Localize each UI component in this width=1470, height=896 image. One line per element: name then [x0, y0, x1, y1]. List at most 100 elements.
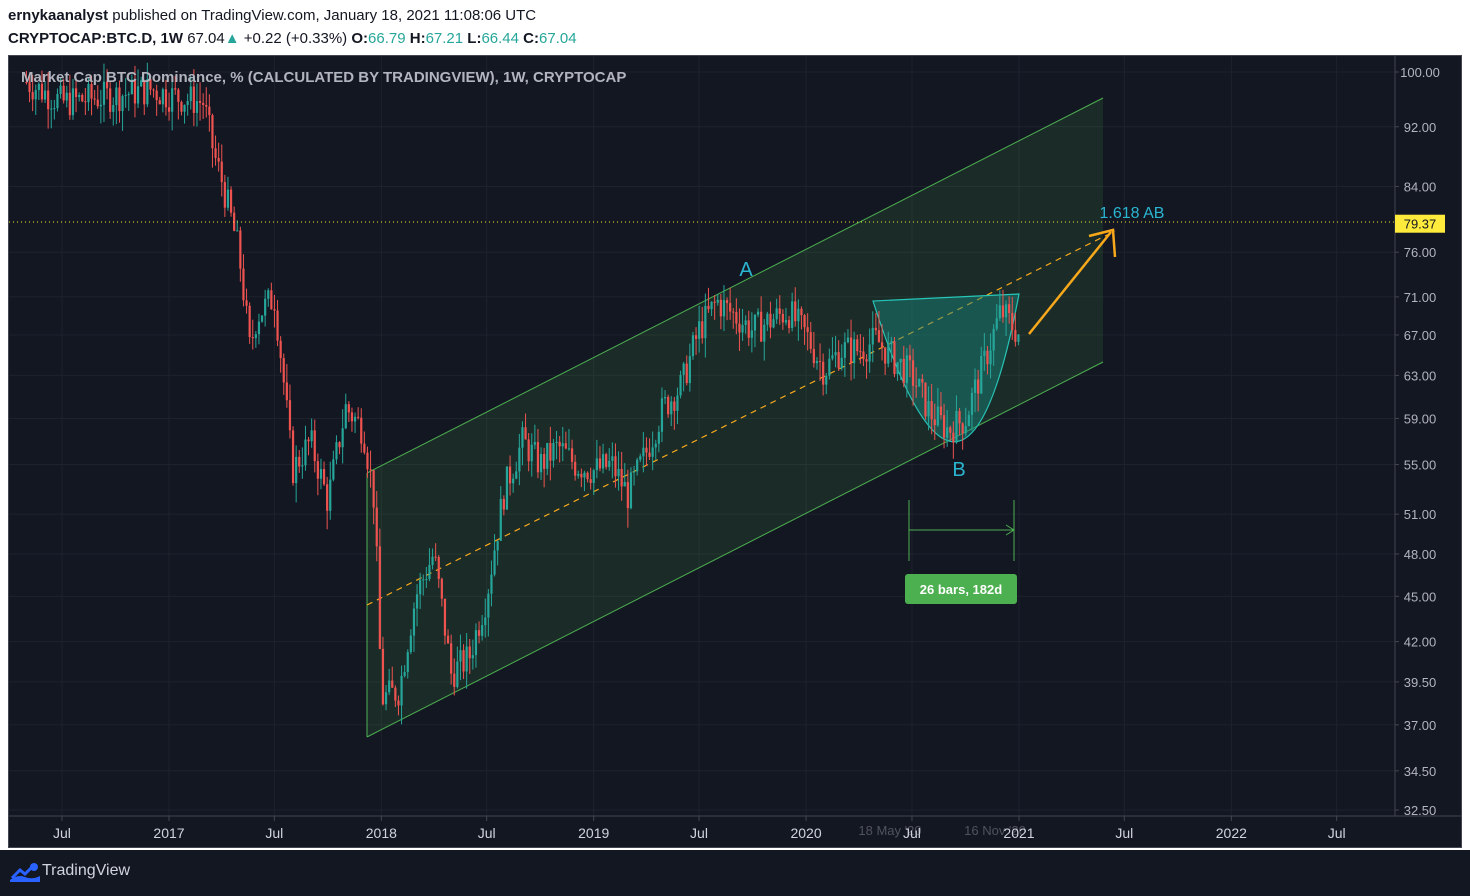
- candle: [121, 94, 124, 131]
- candle: [335, 435, 338, 465]
- candle: [629, 467, 633, 510]
- candle: [360, 408, 363, 453]
- x-tick-label: Jul: [265, 825, 283, 841]
- candle: [205, 87, 208, 118]
- candle: [34, 84, 37, 115]
- y-tick-label: 100.00: [1400, 65, 1440, 80]
- candle: [245, 288, 248, 314]
- candle: [208, 94, 211, 132]
- time-axis[interactable]: 18 May '20 16 Nov '20 Jul 2017 Jul 2018 Jul 2…: [9, 815, 1461, 841]
- candle: [81, 93, 84, 103]
- candle: [267, 288, 270, 307]
- y-tick-label: 63.00: [1404, 368, 1437, 383]
- candle: [329, 461, 332, 520]
- candle: [99, 89, 102, 124]
- y-tick-label: 37.00: [1404, 718, 1437, 733]
- open-value: 66.79: [368, 30, 406, 47]
- candle: [118, 80, 121, 123]
- last-price: 67.04: [187, 30, 225, 47]
- candle: [301, 447, 304, 479]
- candle: [918, 378, 921, 387]
- candle: [257, 313, 261, 345]
- candle: [326, 476, 329, 530]
- candle: [239, 226, 242, 282]
- x-tick-label: 2021: [1003, 825, 1034, 841]
- candle: [319, 458, 323, 490]
- candle: [363, 431, 366, 455]
- point-b-label[interactable]: B: [952, 459, 965, 481]
- candle: [195, 83, 199, 127]
- x-tick-label: 2017: [153, 825, 184, 841]
- candle: [270, 282, 273, 310]
- y-tick-label: 59.00: [1404, 411, 1437, 426]
- candle: [167, 92, 171, 121]
- close-label: C:: [523, 30, 539, 47]
- y-tick-label: 34.50: [1404, 764, 1437, 779]
- chart-frame[interactable]: 26 bars, 182d A B 1.618 AB Market Cap BT…: [8, 55, 1462, 848]
- y-tick-label: 67.00: [1404, 328, 1437, 343]
- tradingview-brand[interactable]: TradingView: [42, 862, 130, 880]
- y-tick-label: 48.00: [1404, 547, 1437, 562]
- y-tick-label: 42.00: [1404, 635, 1437, 650]
- x-tick-label: Jul: [690, 825, 708, 841]
- candle: [357, 407, 360, 420]
- candle: [304, 425, 307, 471]
- candle: [158, 96, 161, 105]
- candle: [155, 84, 158, 116]
- candle: [171, 81, 174, 131]
- candle: [264, 289, 267, 327]
- symbol-name[interactable]: CRYPTOCAP:BTC.D, 1W: [8, 30, 183, 47]
- candle: [341, 409, 344, 464]
- candle: [56, 88, 59, 112]
- candle: [211, 113, 214, 168]
- candle: [332, 450, 335, 482]
- candle: [288, 384, 292, 439]
- y-tick-label: 92.00: [1404, 120, 1437, 135]
- candle: [282, 353, 285, 395]
- candle: [285, 364, 288, 408]
- candle: [338, 441, 341, 455]
- point-a-label[interactable]: A: [739, 259, 753, 281]
- x-tick-label: Jul: [1328, 825, 1346, 841]
- candle: [378, 528, 381, 650]
- candle: [186, 93, 189, 116]
- tradingview-logo-icon[interactable]: [10, 862, 40, 882]
- chart-canvas[interactable]: 26 bars, 182d A B 1.618 AB Market Cap BT…: [9, 56, 1461, 847]
- y-tick-label: 71.00: [1404, 290, 1437, 305]
- candle: [353, 412, 357, 434]
- x-tick-label: 2020: [790, 825, 821, 841]
- candle: [310, 418, 313, 448]
- candle: [322, 461, 326, 486]
- close-value: 67.04: [539, 30, 577, 47]
- low-value: 66.44: [481, 30, 519, 47]
- candle: [161, 87, 164, 113]
- candle: [53, 99, 56, 120]
- y-tick-label: 76.00: [1404, 245, 1437, 260]
- y-tick-label: 84.00: [1404, 179, 1437, 194]
- y-tick-label: 39.50: [1404, 675, 1437, 690]
- x-tick-label: Jul: [903, 825, 921, 841]
- chart-title: Market Cap BTC Dominance, % (CALCULATED …: [21, 69, 626, 86]
- candle: [233, 206, 236, 232]
- fib-target-label[interactable]: 1.618 AB: [1100, 205, 1165, 222]
- candle: [220, 144, 223, 197]
- high-label: H:: [409, 30, 426, 47]
- candle: [78, 92, 81, 102]
- candle: [276, 300, 279, 347]
- candle: [307, 436, 310, 456]
- range-label: 26 bars, 182d: [920, 582, 1002, 597]
- candle: [183, 104, 186, 124]
- candle: [217, 142, 220, 172]
- price-axis[interactable]: 100.00 92.00 84.00 79.37 76.00 71.00 67.00 63.0…: [1394, 56, 1445, 818]
- candle: [691, 331, 695, 360]
- chart-header: ernykaanalyst published on TradingView.c…: [0, 0, 1470, 54]
- up-arrow-icon: ▲: [224, 30, 240, 47]
- candle: [605, 452, 608, 470]
- publish-info: ernykaanalyst published on TradingView.c…: [8, 7, 536, 24]
- quote-line: CRYPTOCAP:BTC.D, 1W 67.04▲ +0.22 (+0.33%…: [8, 30, 577, 47]
- candle: [223, 174, 226, 217]
- low-label: L:: [467, 30, 482, 47]
- candle: [152, 88, 155, 98]
- candle: [202, 93, 205, 119]
- author-name[interactable]: ernykaanalyst: [8, 7, 108, 24]
